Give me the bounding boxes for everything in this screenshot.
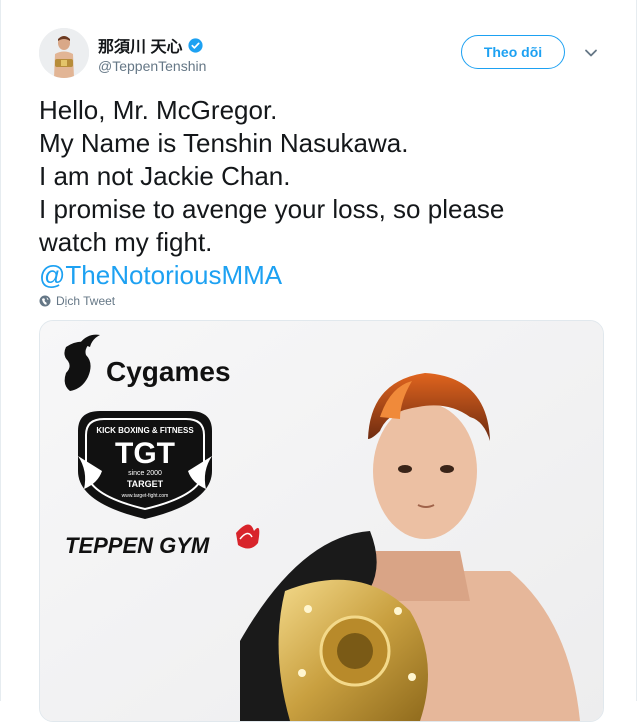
photo-canvas: Cygames KICK BOXING & FITNESS TGT since … [40, 321, 603, 721]
mention-link[interactable]: @TheNotoriousMMA [39, 259, 599, 292]
gym-text: TEPPEN GYM [65, 533, 210, 558]
follow-button[interactable]: Theo dõi [461, 35, 565, 69]
tweet-card: 那須川 天心 @TeppenTenshin Theo dõi Hello, Mr… [0, 0, 637, 722]
tweet-line: watch my fight. [39, 227, 213, 257]
tweet-line: I promise to avenge your loss, so please [39, 194, 505, 224]
badge-letters: TGT [115, 437, 175, 470]
tweet-line: My Name is Tenshin Nasukawa. [39, 128, 409, 158]
avatar-image [39, 28, 89, 78]
globe-icon [39, 295, 51, 307]
badge-name: TARGET [127, 479, 164, 489]
badge-top-text: KICK BOXING & FITNESS [96, 426, 194, 435]
user-handle[interactable]: @TeppenTenshin [98, 58, 206, 74]
cygames-text: Cygames [106, 356, 231, 387]
tweet-text: Hello, Mr. McGregor. My Name is Tenshin … [39, 94, 599, 292]
translate-label: Dịch Tweet [56, 294, 116, 308]
tweet-media-photo[interactable]: Cygames KICK BOXING & FITNESS TGT since … [39, 320, 604, 722]
tweet-line: Hello, Mr. McGregor. [39, 95, 278, 125]
tweet-line: I am not Jackie Chan. [39, 161, 291, 191]
badge-url: www.target-fight.com [122, 493, 169, 499]
user-name-row: 那須川 天心 [98, 33, 204, 57]
badge-since: since 2000 [128, 470, 162, 477]
verified-badge-icon [188, 37, 204, 53]
display-name[interactable]: 那須川 天心 [98, 33, 182, 57]
translate-tweet-link[interactable]: Dịch Tweet [39, 294, 115, 308]
avatar[interactable] [39, 28, 89, 78]
chevron-down-icon[interactable] [582, 44, 600, 62]
